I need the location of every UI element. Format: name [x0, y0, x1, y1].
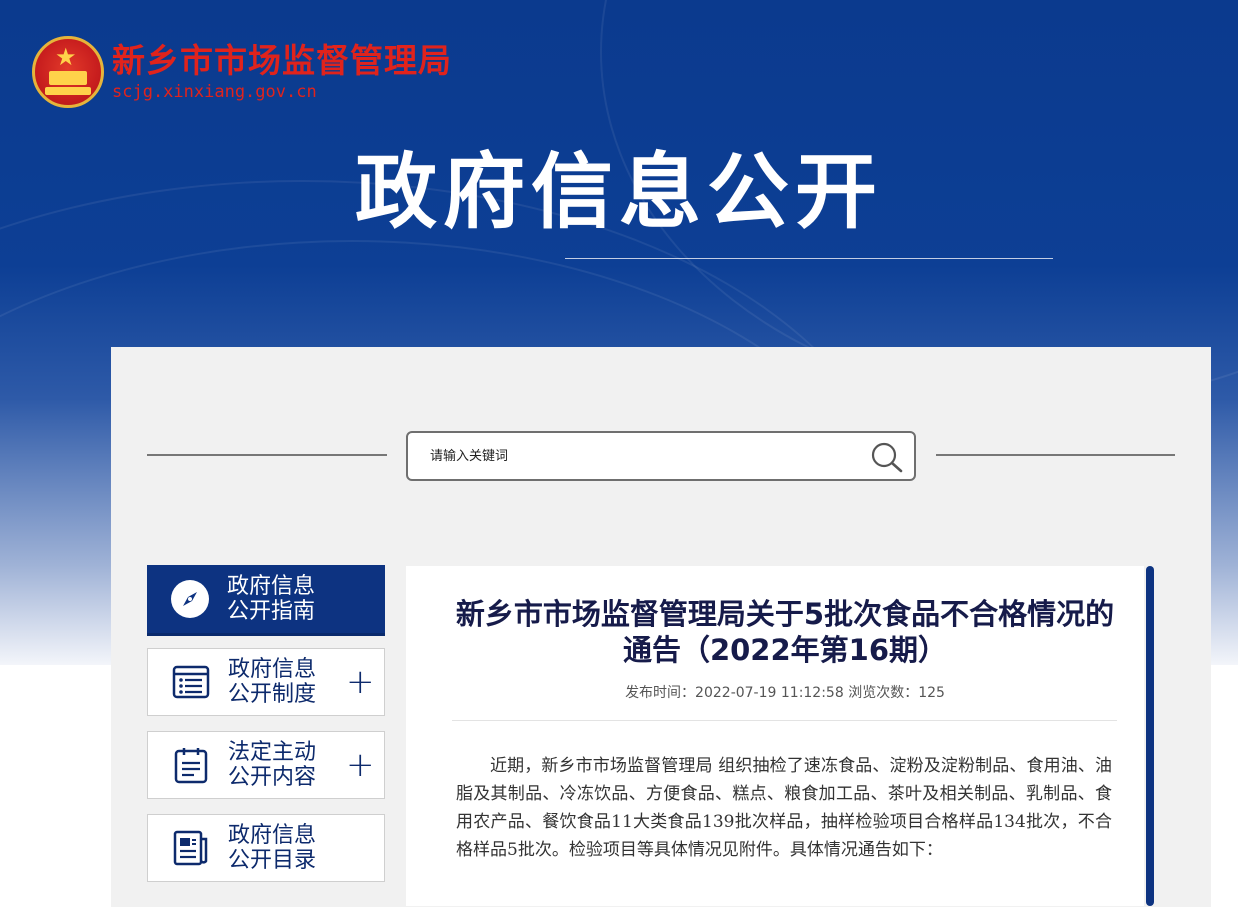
search-divider-left — [147, 454, 387, 456]
list-icon — [162, 664, 220, 700]
sidebar-item-label: 政府信息 公开制度 — [228, 657, 317, 707]
article-body: 近期，新乡市市场监督管理局 组织抽检了速冻食品、淀粉及淀粉制品、食用油、油脂及其… — [456, 756, 1112, 860]
site-url: scjg.xinxiang.gov.cn — [112, 82, 317, 102]
hero-underline — [565, 258, 1053, 259]
sidebar-item-catalog[interactable]: 政府信息 公开目录 — [147, 814, 385, 882]
sidebar-item-label: 法定主动 公开内容 — [228, 740, 317, 790]
article-title: 新乡市市场监督管理局关于5批次食品不合格情况的通告（2022年第16期） — [455, 597, 1115, 667]
site-title: 新乡市市场监督管理局 — [112, 41, 452, 80]
sidebar-item-system[interactable]: 政府信息 公开制度 + — [147, 648, 385, 716]
scrollbar[interactable] — [1146, 566, 1154, 906]
sidebar-item-guide[interactable]: 政府信息 公开指南 — [147, 565, 385, 636]
search-divider-right — [936, 454, 1175, 456]
site-logo[interactable]: ★ 新乡市市场监督管理局 scjg.xinxiang.gov.cn — [32, 36, 452, 108]
search-button[interactable] — [870, 441, 904, 473]
search-input[interactable] — [408, 433, 870, 479]
clipboard-icon — [162, 746, 220, 784]
national-emblem-icon: ★ — [32, 36, 104, 108]
compass-icon — [161, 579, 219, 619]
newspaper-icon — [162, 829, 220, 867]
sidebar-item-label: 政府信息 公开指南 — [227, 574, 316, 624]
expand-icon[interactable]: + — [346, 748, 375, 782]
hero-title: 政府信息公开 — [355, 145, 884, 240]
sidebar-item-content[interactable]: 法定主动 公开内容 + — [147, 731, 385, 799]
article-meta: 发布时间：2022-07-19 11:12:58 浏览次数：125 — [625, 685, 945, 701]
search-box — [406, 431, 916, 481]
site-name: 新乡市市场监督管理局 scjg.xinxiang.gov.cn — [112, 41, 452, 103]
search-icon — [871, 442, 903, 473]
expand-icon[interactable]: + — [346, 665, 375, 699]
article-divider — [452, 720, 1117, 721]
sidebar-item-label: 政府信息 公开目录 — [228, 823, 317, 873]
